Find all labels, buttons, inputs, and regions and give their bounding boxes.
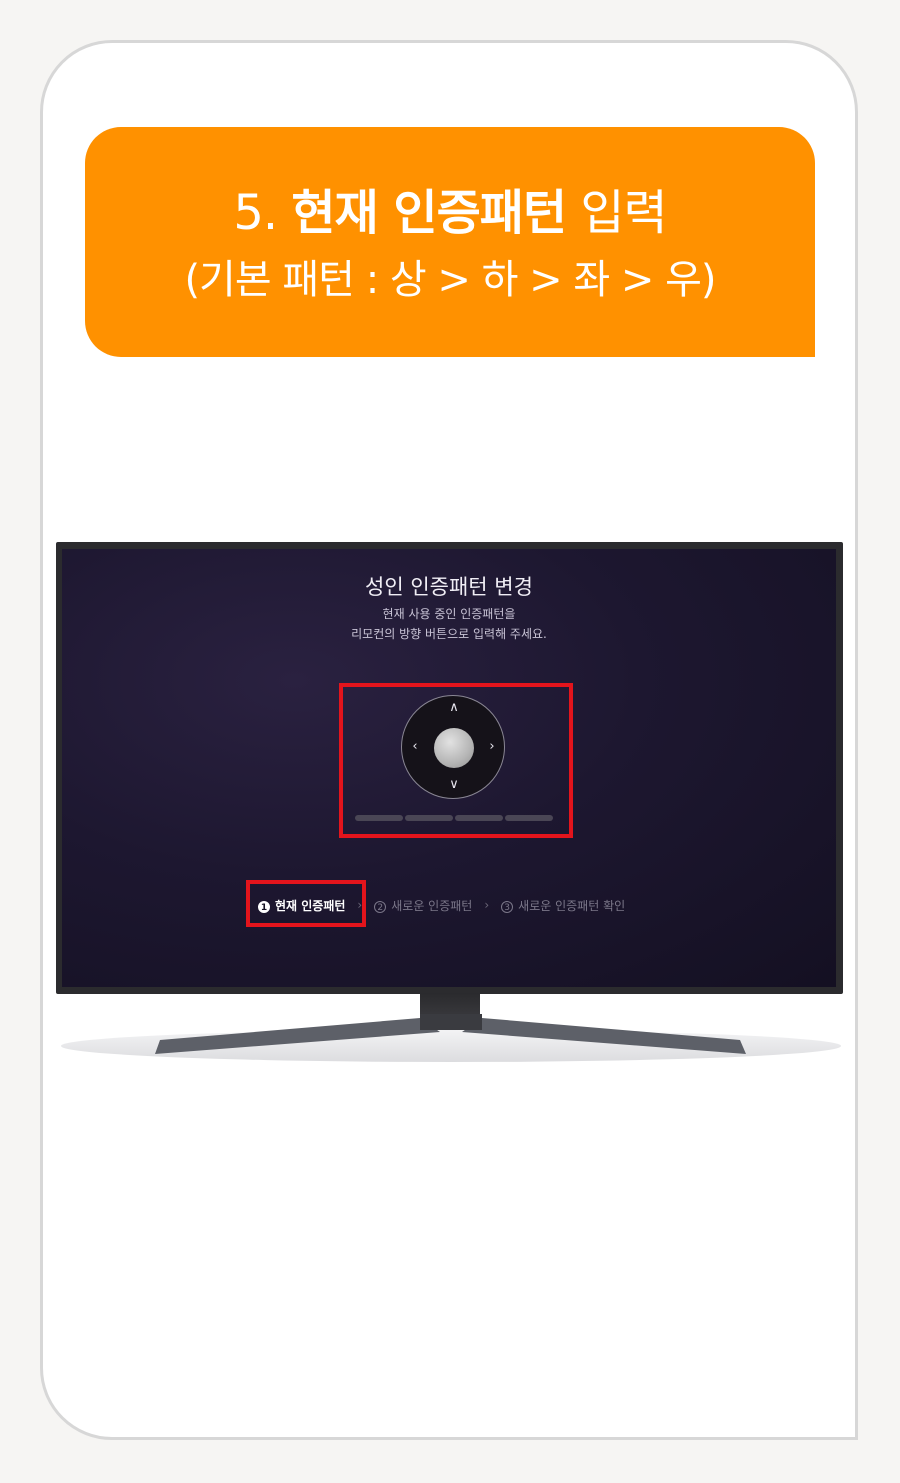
banner-subtitle: (기본 패턴 : 상 > 하 > 좌 > 우) <box>184 257 716 303</box>
banner-title-bold: 현재 인증패턴 <box>291 185 567 241</box>
dpad-highlight-box <box>339 683 573 838</box>
step-banner: 5. 현재 인증패턴 입력 (기본 패턴 : 상 > 하 > 좌 > 우) <box>85 127 815 357</box>
tv-screen: 성인 인증패턴 변경 현재 사용 중인 인증패턴을 리모컨의 방향 버튼으로 입… <box>62 549 836 987</box>
screen-title: 성인 인증패턴 변경 <box>365 575 533 599</box>
step-number-badge: 3 <box>501 900 514 913</box>
step-number: 5. <box>233 185 278 241</box>
step-3: 3 새로운 인증패턴 확인 <box>501 897 625 914</box>
step-number-badge: 2 <box>374 900 387 913</box>
step-label: 새로운 인증패턴 확인 <box>518 898 626 913</box>
tv-stand-base <box>61 1014 841 1062</box>
banner-title-light: 입력 <box>580 185 667 241</box>
screen-description-line1: 현재 사용 중인 인증패턴을 <box>382 607 516 621</box>
screen-description-line2: 리모컨의 방향 버튼으로 입력해 주세요. <box>351 627 547 641</box>
current-step-highlight-box <box>246 880 366 927</box>
step-2: 2 새로운 인증패턴 <box>374 897 472 914</box>
banner-title: 5. 현재 인증패턴 입력 <box>85 183 815 243</box>
step-label: 새로운 인증패턴 <box>391 898 473 913</box>
chevron-right-icon: › <box>484 898 490 912</box>
